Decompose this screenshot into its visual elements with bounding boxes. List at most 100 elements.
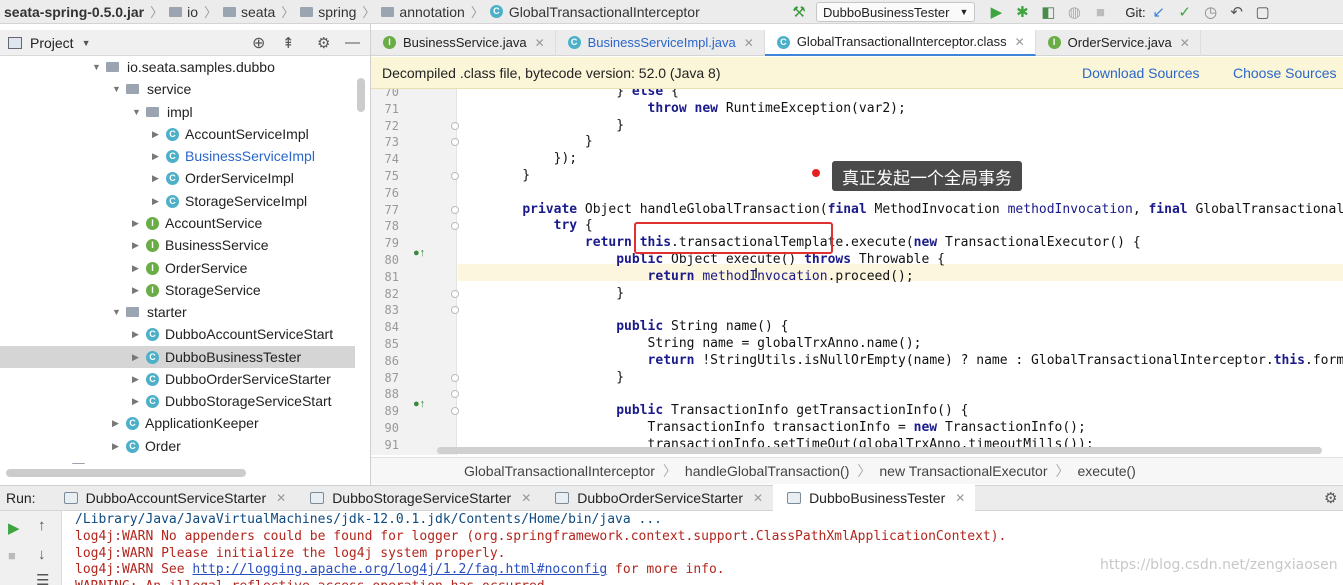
override-gutter-icon[interactable]: ●↑ — [413, 398, 425, 410]
code-crumb-execute[interactable]: execute() — [1077, 463, 1135, 479]
fold-marker-icon[interactable] — [451, 407, 459, 416]
collapse-arrow-icon[interactable]: ▶ — [132, 346, 146, 368]
expand-arrow-icon[interactable]: ▼ — [132, 101, 146, 123]
collapse-arrow-icon[interactable]: ▶ — [152, 167, 166, 189]
build-hammer-icon[interactable]: ⚒ — [789, 2, 809, 22]
expand-arrow-icon[interactable]: ▼ — [112, 301, 126, 323]
close-icon[interactable]: ✕ — [744, 36, 754, 50]
stop-icon[interactable]: ■ — [1090, 2, 1110, 22]
collapse-arrow-icon[interactable]: ▶ — [132, 234, 146, 256]
editor-tab[interactable]: I OrderService.java ✕ — [1036, 29, 1201, 56]
run-config-select[interactable]: DubboBusinessTester ▼ — [816, 2, 976, 22]
project-view-select[interactable]: Project — [30, 35, 74, 51]
gear-icon[interactable]: ⚙ — [1324, 489, 1337, 507]
editor-tab[interactable]: I BusinessService.java ✕ — [371, 29, 556, 56]
collapse-arrow-icon[interactable]: ▶ — [152, 123, 166, 145]
tree-item[interactable]: ▶ I OrderService — [0, 257, 355, 279]
close-icon[interactable]: ✕ — [955, 491, 965, 505]
tree-item[interactable]: ▶ C BusinessServiceImpl — [0, 145, 355, 167]
expand-arrow-icon[interactable]: ▼ — [112, 78, 126, 100]
nav-crumb-class[interactable]: C GlobalTransactionalInterceptor — [486, 4, 704, 20]
collapse-arrow-icon[interactable]: ▶ — [112, 412, 126, 434]
code-crumb-anon[interactable]: new TransactionalExecutor — [879, 463, 1047, 479]
fold-marker-icon[interactable] — [451, 222, 459, 231]
menu-icon[interactable]: ☰ — [36, 571, 49, 585]
tree-item[interactable]: ▶ I StorageService — [0, 279, 355, 301]
tree-item[interactable]: ▶ C OrderServiceImpl — [0, 167, 355, 189]
more-icon[interactable]: ▢ — [1253, 2, 1273, 22]
git-commit-icon[interactable]: ✓ — [1175, 2, 1195, 22]
nav-crumb-spring[interactable]: spring — [296, 4, 360, 20]
fold-marker-icon[interactable] — [451, 373, 459, 382]
gear-icon[interactable]: ⚙ — [317, 34, 330, 52]
debug-icon[interactable]: ✱ — [1012, 2, 1032, 22]
collapse-arrow-icon[interactable]: ▶ — [132, 279, 146, 301]
code-crumb-class[interactable]: GlobalTransactionalInterceptor — [464, 463, 655, 479]
collapse-arrow-icon[interactable]: ▶ — [132, 390, 146, 412]
stop-icon[interactable]: ■ — [8, 548, 16, 563]
override-gutter-icon[interactable]: ●↑ — [413, 247, 425, 259]
code-crumb-method[interactable]: handleGlobalTransaction() — [685, 463, 849, 479]
tree-item[interactable]: ▶ C DubboOrderServiceStarter — [0, 368, 355, 390]
collapse-arrow-icon[interactable]: ▶ — [132, 368, 146, 390]
git-update-icon[interactable]: ↙ — [1149, 2, 1169, 22]
close-icon[interactable]: ✕ — [1180, 36, 1190, 50]
coverage-icon[interactable]: ◧ — [1038, 2, 1058, 22]
collapse-arrow-icon[interactable]: ▶ — [132, 257, 146, 279]
collapse-arrow-icon[interactable]: ▶ — [112, 435, 126, 457]
tree-item[interactable]: ▼ io.seata.samples.dubbo — [0, 56, 355, 78]
tree-item[interactable]: ▼ starter — [0, 301, 355, 323]
tree-item[interactable]: ▶ I AccountService — [0, 212, 355, 234]
expand-arrow-icon[interactable]: ▼ — [92, 56, 106, 78]
locate-icon[interactable]: ⊕ — [252, 33, 265, 53]
run-tab[interactable]: DubboBusinessTester ✕ — [773, 485, 976, 511]
dropdown-arrow-icon[interactable]: ▼ — [82, 38, 91, 48]
tree-item[interactable]: ▶ C StorageServiceImpl — [0, 190, 355, 212]
collapse-arrow-icon[interactable]: ▶ — [152, 145, 166, 167]
git-rollback-icon[interactable]: ↶ — [1227, 2, 1247, 22]
project-horizontal-scrollbar[interactable] — [6, 469, 246, 477]
fold-marker-icon[interactable] — [451, 138, 459, 147]
minimize-icon[interactable]: — — [345, 34, 360, 51]
nav-crumb-seata[interactable]: seata — [219, 4, 279, 20]
nav-crumb-io[interactable]: io — [165, 4, 202, 20]
rerun-icon[interactable]: ▶ — [8, 519, 20, 537]
tree-item[interactable]: ▶ C DubboStorageServiceStart — [0, 390, 355, 412]
run-tab[interactable]: DubboOrderServiceStarter ✕ — [541, 485, 773, 511]
tree-item[interactable]: ▼ impl — [0, 101, 355, 123]
profile-icon[interactable]: ◍ — [1064, 2, 1084, 22]
close-icon[interactable]: ✕ — [276, 491, 286, 505]
run-tab[interactable]: DubboStorageServiceStarter ✕ — [296, 485, 541, 511]
close-icon[interactable]: ✕ — [753, 491, 763, 505]
tree-item[interactable]: ▶ C Order — [0, 435, 355, 457]
fold-marker-icon[interactable] — [451, 390, 459, 399]
run-icon[interactable]: ▶ — [986, 2, 1006, 22]
run-tab[interactable]: DubboAccountServiceStarter ✕ — [50, 485, 297, 511]
run-console[interactable]: /Library/Java/JavaVirtualMachines/jdk-12… — [63, 511, 1343, 585]
fold-marker-icon[interactable] — [451, 121, 459, 130]
scroll-down-icon[interactable]: ↓ — [38, 546, 46, 563]
collapse-arrow-icon[interactable]: ▶ — [132, 323, 146, 345]
close-icon[interactable]: ✕ — [521, 491, 531, 505]
tree-item[interactable]: ▶ C DubboAccountServiceStart — [0, 323, 355, 345]
fold-marker-icon[interactable] — [451, 289, 459, 298]
tree-item[interactable]: ▶ C AccountServiceImpl — [0, 123, 355, 145]
collapse-arrow-icon[interactable]: ▶ — [152, 190, 166, 212]
project-vertical-scrollbar[interactable] — [357, 78, 365, 112]
code-editor[interactable]: 70 71 72 73 74 75 76 77 78 79 80 81 82 83 84 85 86 87 88 89… — [371, 89, 1343, 455]
tree-item[interactable]: ▶ C DubboBusinessTester — [0, 346, 355, 368]
nav-crumb-annotation[interactable]: annotation — [377, 4, 468, 20]
tree-item[interactable]: ▶ C ApplicationKeeper — [0, 412, 355, 434]
collapse-icon[interactable]: ⇞ — [282, 34, 295, 52]
fold-marker-icon[interactable] — [451, 172, 459, 180]
scroll-up-icon[interactable]: ↑ — [38, 517, 46, 534]
tree-item[interactable]: ▼ service — [0, 78, 355, 100]
download-sources-link[interactable]: Download Sources — [1082, 65, 1200, 81]
tree-item[interactable]: ▶ I BusinessService — [0, 234, 355, 256]
editor-tab[interactable]: C BusinessServiceImpl.java ✕ — [556, 29, 765, 56]
close-icon[interactable]: ✕ — [1015, 35, 1025, 49]
git-history-icon[interactable]: ◷ — [1201, 2, 1221, 22]
editor-tab[interactable]: C GlobalTransactionalInterceptor.class ✕ — [764, 29, 1036, 56]
close-icon[interactable]: ✕ — [535, 36, 545, 50]
choose-sources-link[interactable]: Choose Sources — [1233, 65, 1337, 81]
